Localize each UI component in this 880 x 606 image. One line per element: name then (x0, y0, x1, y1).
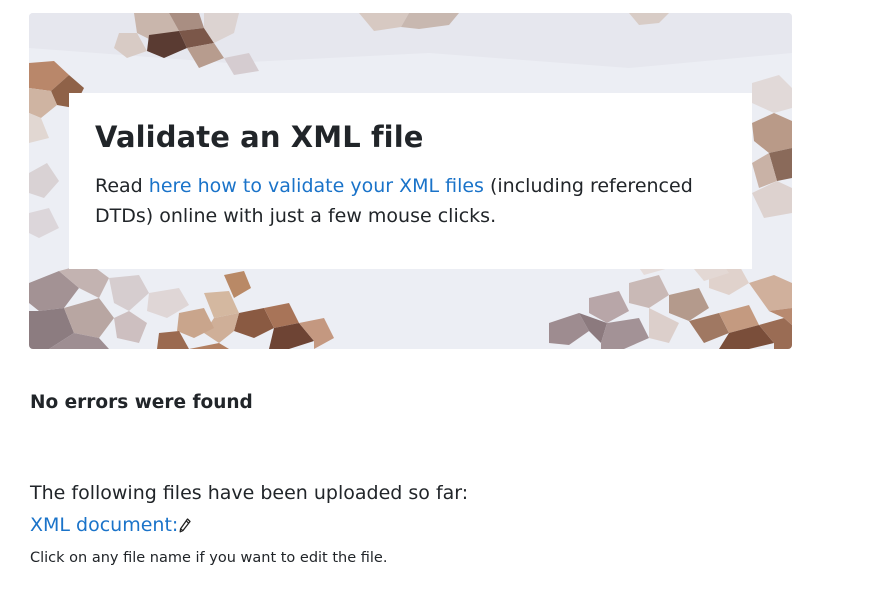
uploaded-files-heading: The following files have been uploaded s… (30, 482, 469, 504)
hero-banner: Validate an XML file Read here how to va… (29, 13, 792, 349)
page-title: Validate an XML file (95, 120, 424, 154)
pencil-icon[interactable] (179, 516, 191, 533)
uploaded-file-entry: XML document: (30, 514, 191, 536)
edit-hint: Click on any file name if you want to ed… (30, 550, 388, 566)
validation-guide-link[interactable]: here how to validate your XML files (149, 175, 484, 197)
xml-document-link[interactable]: XML document: (30, 514, 178, 536)
page: Validate an XML file Read here how to va… (0, 0, 880, 606)
intro-text-prefix: Read (95, 175, 149, 197)
validation-status: No errors were found (30, 392, 253, 413)
intro-card: Validate an XML file Read here how to va… (69, 93, 752, 269)
intro-paragraph: Read here how to validate your XML files… (95, 171, 726, 231)
